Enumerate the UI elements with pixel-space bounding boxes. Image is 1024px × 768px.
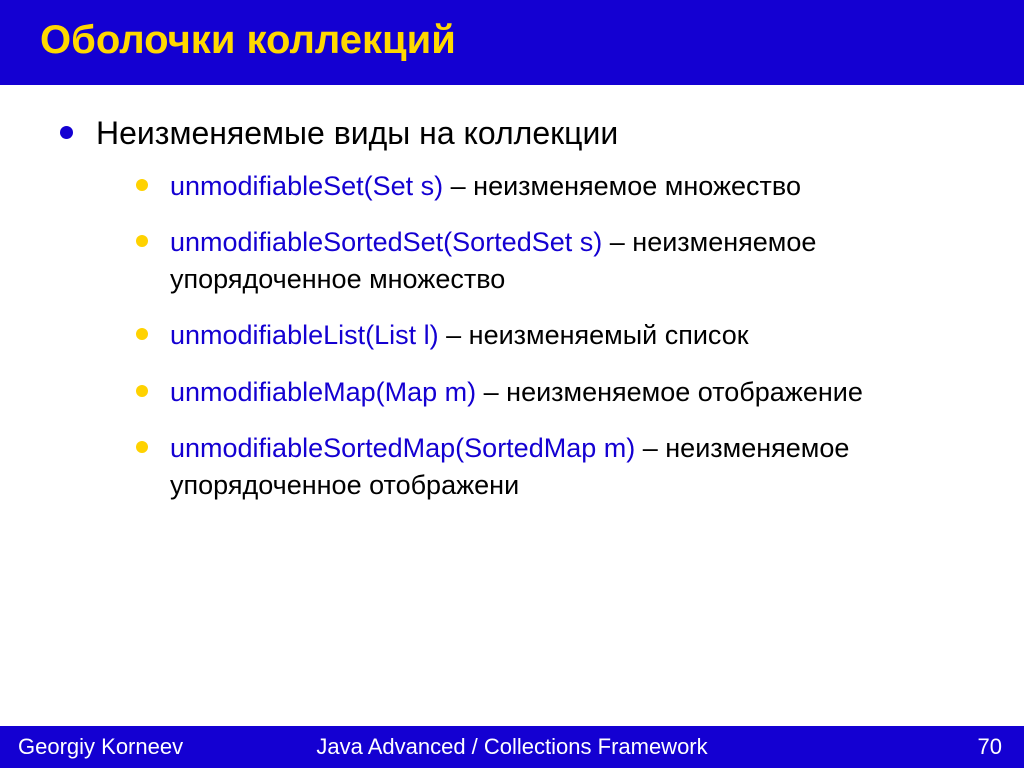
code-text: unmodifiableList(List l) (170, 320, 439, 350)
desc-text: – неизменяемое отображение (476, 377, 863, 407)
slide-content: Неизменяемые виды на коллекции unmodifia… (0, 85, 1024, 726)
desc-text: – неизменяемое множество (443, 171, 801, 201)
list-item: unmodifiableSortedMap(SortedMap m) – неи… (136, 430, 974, 503)
code-text: unmodifiableSortedSet(SortedSet s) (170, 227, 602, 257)
list-item: unmodifiableSortedSet(SortedSet s) – неи… (136, 224, 974, 297)
footer-course: Java Advanced / Collections Framework (316, 734, 707, 760)
l1-item: Неизменяемые виды на коллекции unmodifia… (60, 115, 974, 503)
slide: Оболочки коллекций Неизменяемые виды на … (0, 0, 1024, 768)
list-item: unmodifiableList(List l) – неизменяемый … (136, 317, 974, 353)
code-text: unmodifiableSortedMap(SortedMap m) (170, 433, 635, 463)
bullet-list-l1: Неизменяемые виды на коллекции unmodifia… (60, 115, 974, 503)
footer: Georgiy Korneev Java Advanced / Collecti… (0, 726, 1024, 768)
main-heading: Неизменяемые виды на коллекции (96, 115, 618, 151)
title-bar: Оболочки коллекций (0, 0, 1024, 85)
list-item: unmodifiableSet(Set s) – неизменяемое мн… (136, 168, 974, 204)
bullet-list-l2: unmodifiableSet(Set s) – неизменяемое мн… (136, 168, 974, 503)
code-text: unmodifiableMap(Map m) (170, 377, 476, 407)
slide-title: Оболочки коллекций (40, 18, 1024, 63)
footer-author: Georgiy Korneev (18, 734, 183, 760)
footer-page: 70 (978, 734, 1002, 760)
list-item: unmodifiableMap(Map m) – неизменяемое от… (136, 374, 974, 410)
desc-text: – неизменяемый список (439, 320, 749, 350)
code-text: unmodifiableSet(Set s) (170, 171, 443, 201)
